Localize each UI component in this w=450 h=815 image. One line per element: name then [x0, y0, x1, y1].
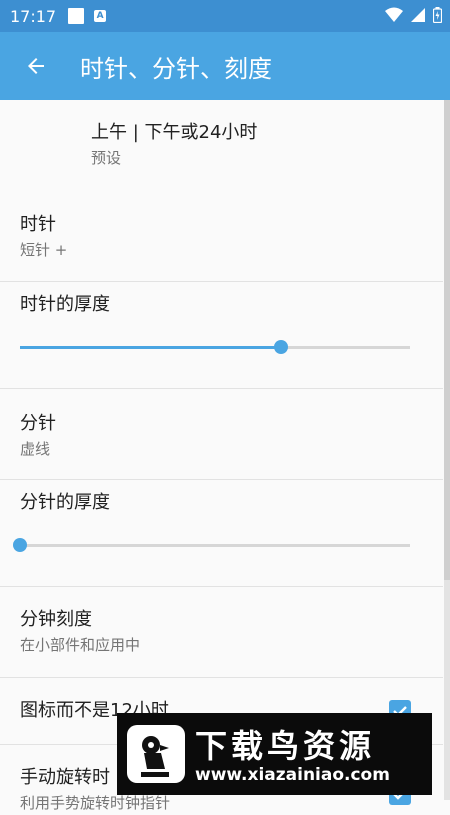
setting-minute-hand-thickness: 分针的厚度	[0, 480, 443, 587]
setting-title: 分针	[20, 413, 56, 434]
signal-icon	[411, 8, 425, 22]
setting-title: 分针的厚度	[20, 492, 110, 513]
notification-icon	[68, 8, 85, 24]
setting-title: 分钟刻度	[20, 609, 92, 630]
bird-logo-icon	[141, 736, 169, 777]
page-title: 时针、分针、刻度	[80, 54, 272, 83]
setting-hour-hand[interactable]: 时针 短针 +	[0, 182, 443, 282]
watermark-banner: 下载鸟资源 www.xiazainiao.com	[117, 713, 432, 795]
setting-subtitle: 预设	[91, 149, 122, 167]
minute-thickness-slider[interactable]	[13, 538, 410, 552]
hour-thickness-slider[interactable]	[20, 340, 410, 354]
status-bar: 17:17 A	[0, 0, 450, 32]
slider-fill	[20, 346, 282, 349]
setting-minute-ticks[interactable]: 分钟刻度 在小部件和应用中	[0, 587, 443, 678]
slider-thumb[interactable]	[274, 340, 289, 354]
battery-icon	[433, 7, 442, 23]
setting-title: 时针	[20, 214, 56, 235]
setting-subtitle: 利用手势旋转时钟指针	[20, 794, 171, 812]
setting-subtitle: 短针 +	[20, 241, 68, 259]
setting-hour-hand-thickness: 时针的厚度	[0, 282, 443, 389]
scrollbar-thumb[interactable]	[444, 100, 450, 580]
watermark-text: 下载鸟资源	[195, 727, 376, 765]
wifi-icon	[385, 7, 403, 22]
watermark-logo-icon	[127, 725, 185, 783]
setting-title: 上午 | 下午或24小时	[91, 122, 258, 143]
back-arrow-icon[interactable]	[24, 54, 48, 78]
slider-thumb[interactable]	[13, 538, 27, 552]
setting-minute-hand[interactable]: 分针 虚线	[0, 389, 443, 480]
settings-list: 上午 | 下午或24小时 预设 时针 短针 + 时针的厚度 分针 虚线 分针的厚…	[0, 100, 443, 815]
status-time: 17:17	[10, 6, 57, 26]
notification-letter-icon: A	[94, 10, 107, 22]
setting-subtitle: 虚线	[20, 440, 51, 458]
setting-title: 时针的厚度	[20, 294, 110, 315]
setting-am-pm-24h[interactable]: 上午 | 下午或24小时 预设	[0, 100, 443, 182]
watermark-url: www.xiazainiao.com	[195, 765, 390, 785]
app-bar: 时针、分针、刻度	[0, 32, 450, 100]
setting-subtitle: 在小部件和应用中	[20, 636, 141, 654]
